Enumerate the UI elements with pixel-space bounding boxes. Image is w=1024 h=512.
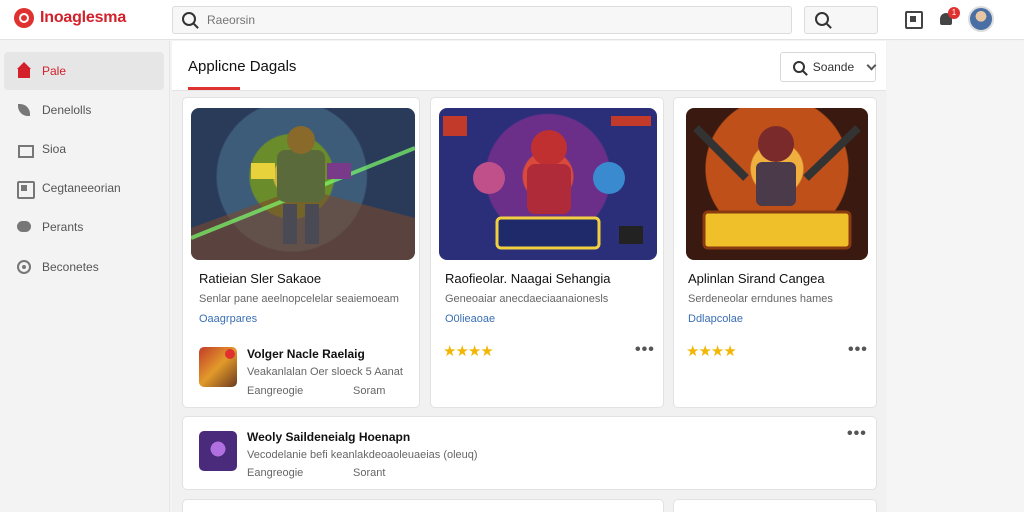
sidebar-item-3[interactable]: Sioa	[4, 130, 164, 168]
sub-item-thumbnail[interactable]	[199, 347, 237, 387]
stack-icon	[16, 141, 34, 158]
circle-icon	[16, 259, 32, 275]
sidebar-item-label: Perants	[42, 220, 84, 234]
chevron-down-icon	[866, 60, 877, 70]
sidebar: Pale Denelolls Sioa Cegtaneeorian Perant…	[0, 41, 170, 512]
app-card-partial[interactable]	[673, 499, 877, 512]
sort-button[interactable]: Soande	[780, 52, 877, 82]
card-tag[interactable]: Oaagrpares	[199, 313, 257, 325]
search-input[interactable]	[207, 11, 767, 29]
sidebar-item-label: Denelolls	[42, 103, 92, 117]
app-name: Inoaglesma	[40, 9, 127, 26]
card-tag[interactable]: O0lieaoae	[445, 313, 495, 325]
user-avatar[interactable]	[968, 6, 994, 32]
item-title[interactable]: Weoly Saildeneialg Hoenapn	[247, 430, 410, 444]
card-title[interactable]: Aplinlan Sirand Cangea	[688, 271, 825, 286]
search-button[interactable]	[804, 6, 878, 34]
notification-badge: 1	[948, 7, 960, 19]
sidebar-item-home[interactable]: Pale	[4, 52, 164, 90]
robot-art-icon	[191, 126, 415, 260]
item-meta: Vecodelanie befi keanlakdeoaoleuaeias (o…	[247, 449, 478, 461]
search-icon	[182, 12, 196, 31]
page-header: Applicne Dagals Soande	[172, 41, 886, 91]
warrior-art-icon	[693, 125, 861, 250]
hero-art-icon	[443, 116, 651, 250]
item-category: Eangreogie	[247, 467, 304, 479]
sidebar-item-5[interactable]: Perants	[4, 208, 164, 246]
logo-icon	[14, 8, 34, 28]
game-thumbnail[interactable]	[686, 108, 868, 260]
sidebar-item-6[interactable]: Beconetes	[4, 248, 164, 286]
more-options-icon[interactable]: •••	[848, 341, 868, 359]
card-title[interactable]: Raofieolar. Naagai Sehangia	[445, 271, 611, 286]
page-title: Applicne Dagals	[188, 58, 297, 75]
sidebar-item-2[interactable]: Denelolls	[4, 91, 164, 129]
sidebar-item-label: Cegtaneeorian	[42, 181, 121, 195]
game-thumbnail[interactable]	[191, 108, 415, 260]
home-icon	[16, 62, 32, 79]
card-tag[interactable]: Ddlapcolae	[688, 313, 743, 325]
sub-item-category: Eangreogie	[247, 385, 304, 397]
apps-icon[interactable]	[904, 10, 923, 29]
more-options-icon[interactable]: •••	[847, 425, 867, 443]
item-thumbnail[interactable]	[199, 431, 237, 471]
card-description: Geneoaiar anecdaeciaanaionesls	[445, 293, 609, 305]
sidebar-item-label: Sioa	[42, 142, 67, 156]
sub-item-meta: Veakanlalan Oer sloeck 5 Aanat	[247, 366, 403, 378]
item-status: Sorant	[353, 467, 386, 479]
search-icon	[815, 12, 829, 31]
sort-label: Soande	[812, 60, 855, 74]
sub-item-status: Soram	[353, 385, 386, 397]
app-card[interactable]: Aplinlan Sirand Cangea Serdeneolar erndu…	[673, 97, 877, 408]
game-thumbnail[interactable]	[439, 108, 657, 260]
rating-stars: ★★★★	[686, 343, 737, 360]
card-description: Senlar pane aeelnopcelelar seaiemoeam	[199, 293, 399, 305]
main-content: Applicne Dagals Soande Ratieian Sler Sak…	[172, 41, 886, 512]
list-item[interactable]: Weoly Saildeneialg Hoenapn Vecodelanie b…	[182, 416, 877, 490]
search-icon	[793, 61, 805, 73]
right-gutter	[887, 41, 1024, 512]
chat-icon	[16, 219, 32, 235]
card-description: Serdeneolar erndunes hames	[688, 293, 833, 305]
top-bar: Inoaglesma 1	[0, 0, 1024, 40]
app-card-partial[interactable]	[182, 499, 664, 512]
sidebar-item-4[interactable]: Cegtaneeorian	[4, 169, 164, 207]
card-title[interactable]: Ratieian Sler Sakaoe	[199, 271, 321, 286]
rating-stars: ★★★★	[443, 343, 494, 360]
search-box[interactable]	[172, 6, 792, 34]
sidebar-item-label: Pale	[42, 64, 67, 78]
app-card[interactable]: Ratieian Sler Sakaoe Senlar pane aeelnop…	[182, 97, 420, 408]
box-icon	[16, 180, 35, 199]
badge-icon	[225, 349, 235, 359]
sub-item-title[interactable]: Volger Nacle Raelaig	[247, 347, 365, 361]
app-card[interactable]: Raofieolar. Naagai Sehangia Geneoaiar an…	[430, 97, 664, 408]
leaf-icon	[16, 102, 32, 118]
sidebar-item-label: Beconetes	[42, 260, 99, 274]
app-logo[interactable]: Inoaglesma	[14, 8, 126, 28]
more-options-icon[interactable]: •••	[635, 341, 655, 359]
active-tab-indicator	[188, 87, 240, 90]
